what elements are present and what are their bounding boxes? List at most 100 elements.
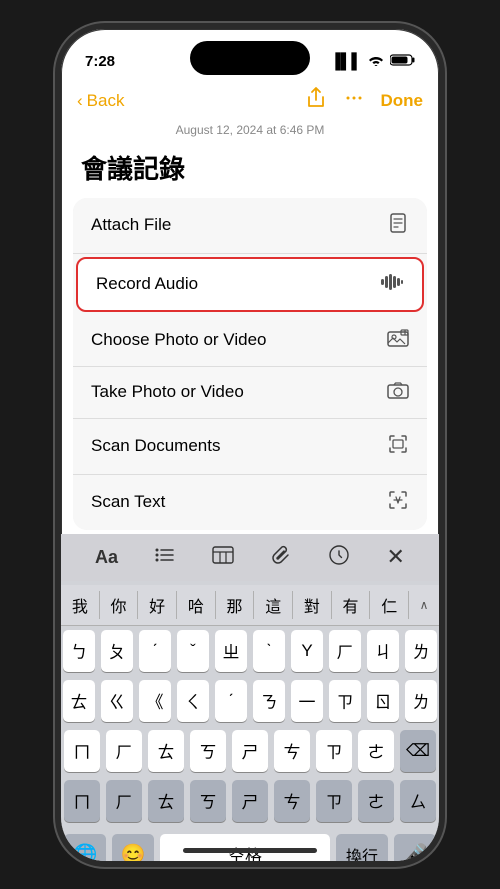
key-row-2: ㄊ ㄍ 《 ㄑ ˊ ㄋ 一 ㄗ ㄖ ㄌ bbox=[64, 680, 436, 722]
key-ˊ2[interactable]: ˊ bbox=[215, 680, 247, 722]
suggestion-5[interactable]: 那 bbox=[216, 591, 255, 619]
record-audio-icon bbox=[380, 273, 404, 296]
suggestion-2[interactable]: 你 bbox=[100, 591, 139, 619]
phone-frame: 7:28 ▐▌▌ ‹ Back Done August 12, 202 bbox=[55, 23, 445, 867]
wifi-icon bbox=[368, 53, 384, 70]
choose-photo-icon bbox=[387, 329, 409, 352]
key-rows: ㄅ ㄆ ˊ ˇ ㄓ ˋ Y ㄏ ㄐ ㄌ ㄊ ㄍ 《 ㄑ ˊ ㄋ 一 ㄗ bbox=[61, 626, 439, 834]
key-ㄕ[interactable]: ㄕ bbox=[232, 730, 268, 772]
key-tone4[interactable]: ˋ bbox=[253, 630, 285, 672]
scan-text-label: Scan Text bbox=[91, 492, 165, 512]
key-ㄜ2[interactable]: ㄜ bbox=[358, 780, 394, 822]
note-date: August 12, 2024 at 6:46 PM bbox=[61, 123, 439, 137]
take-photo-label: Take Photo or Video bbox=[91, 382, 244, 402]
close-icon[interactable]: ✕ bbox=[386, 544, 404, 570]
suggestion-7[interactable]: 對 bbox=[293, 591, 332, 619]
chevron-left-icon: ‹ bbox=[77, 91, 83, 111]
key-ㄎ2[interactable]: ㄎ bbox=[190, 780, 226, 822]
key-ㄙ[interactable]: ㄙ bbox=[400, 780, 436, 822]
key-ㄅ[interactable]: ㄅ bbox=[63, 630, 95, 672]
key-ㄘ[interactable]: ㄘ bbox=[274, 730, 310, 772]
key-tone2[interactable]: ˊ bbox=[139, 630, 171, 672]
share-icon[interactable] bbox=[305, 87, 327, 115]
key-ㄐ[interactable]: ㄐ bbox=[367, 630, 399, 672]
key-row-3: ㄇ ㄏ ㄊ ㄎ ㄕ ㄘ ㄗ ㄜ ⌫ bbox=[64, 730, 436, 772]
status-icons: ▐▌▌ bbox=[330, 53, 415, 70]
nav-actions: Done bbox=[305, 87, 424, 115]
font-icon[interactable]: Aa bbox=[95, 547, 118, 568]
key-ㄇ[interactable]: ㄇ bbox=[64, 730, 100, 772]
note-title: 會議記錄 bbox=[61, 145, 439, 198]
key-ㄆ[interactable]: ㄆ bbox=[101, 630, 133, 672]
key-ㄍ[interactable]: ㄍ bbox=[101, 680, 133, 722]
status-time: 7:28 bbox=[85, 53, 115, 70]
key-row-1: ㄅ ㄆ ˊ ˇ ㄓ ˋ Y ㄏ ㄐ ㄌ bbox=[64, 630, 436, 672]
menu-container: Attach File Record Audio Choose Photo or… bbox=[73, 198, 427, 530]
back-button[interactable]: ‹ Back bbox=[77, 91, 124, 111]
suggestion-row: 我 你 好 哈 那 這 對 有 仁 ∧ bbox=[61, 585, 439, 626]
key-ㄏ3[interactable]: ㄏ bbox=[106, 780, 142, 822]
menu-item-attach-file[interactable]: Attach File bbox=[73, 198, 427, 254]
globe-key[interactable]: 🌐 bbox=[64, 834, 106, 867]
key-ㄑ[interactable]: ㄑ bbox=[177, 680, 209, 722]
key-yi[interactable]: 一 bbox=[291, 680, 323, 722]
menu-item-scan-documents[interactable]: Scan Documents bbox=[73, 419, 427, 475]
take-photo-icon bbox=[387, 381, 409, 404]
suggestion-1[interactable]: 我 bbox=[61, 591, 100, 619]
key-ㄘ2[interactable]: ㄘ bbox=[274, 780, 310, 822]
expand-suggestions-icon[interactable]: ∧ bbox=[409, 591, 439, 619]
menu-item-scan-text[interactable]: Scan Text bbox=[73, 475, 427, 530]
attachment-icon[interactable] bbox=[270, 544, 292, 571]
key-ㄜ[interactable]: ㄜ bbox=[358, 730, 394, 772]
key-ㄗ3[interactable]: ㄗ bbox=[316, 780, 352, 822]
suggestion-4[interactable]: 哈 bbox=[177, 591, 216, 619]
pencil-icon[interactable] bbox=[328, 544, 350, 571]
key-ㄋ[interactable]: ㄋ bbox=[253, 680, 285, 722]
dynamic-island bbox=[190, 41, 310, 75]
key-ㄏ2[interactable]: ㄏ bbox=[106, 730, 142, 772]
key-guillemets[interactable]: 《 bbox=[139, 680, 171, 722]
key-ㄊ2[interactable]: ㄊ bbox=[148, 730, 184, 772]
return-key[interactable]: 換行 bbox=[336, 834, 388, 867]
key-Y[interactable]: Y bbox=[291, 630, 323, 672]
key-row-4: ㄇ ㄏ ㄊ ㄎ ㄕ ㄘ ㄗ ㄜ ㄙ bbox=[64, 780, 436, 822]
key-ㄊ[interactable]: ㄊ bbox=[63, 680, 95, 722]
key-ㄖ[interactable]: ㄖ bbox=[367, 680, 399, 722]
choose-photo-label: Choose Photo or Video bbox=[91, 330, 266, 350]
suggestion-8[interactable]: 有 bbox=[332, 591, 371, 619]
key-ㄌ[interactable]: ㄌ bbox=[405, 630, 437, 672]
key-ㄗ[interactable]: ㄗ bbox=[329, 680, 361, 722]
key-ㄕ2[interactable]: ㄕ bbox=[232, 780, 268, 822]
record-audio-label: Record Audio bbox=[96, 274, 198, 294]
delete-key[interactable]: ⌫ bbox=[400, 730, 436, 772]
signal-icon: ▐▌▌ bbox=[330, 53, 362, 70]
mic-key[interactable]: 🎤 bbox=[394, 834, 436, 867]
attach-file-icon bbox=[387, 212, 409, 239]
menu-item-record-audio[interactable]: Record Audio bbox=[76, 257, 424, 312]
key-tone3[interactable]: ˇ bbox=[177, 630, 209, 672]
home-indicator bbox=[183, 848, 317, 853]
scan-text-icon bbox=[387, 489, 409, 516]
menu-item-choose-photo[interactable]: Choose Photo or Video bbox=[73, 315, 427, 367]
done-button[interactable]: Done bbox=[381, 91, 424, 111]
nav-bar: ‹ Back Done bbox=[61, 83, 439, 123]
suggestion-9[interactable]: 仁 bbox=[370, 591, 409, 619]
attach-file-label: Attach File bbox=[91, 215, 171, 235]
key-ㄌ2[interactable]: ㄌ bbox=[405, 680, 437, 722]
list-icon[interactable] bbox=[154, 546, 176, 569]
more-icon[interactable] bbox=[343, 87, 365, 115]
key-ㄏ[interactable]: ㄏ bbox=[329, 630, 361, 672]
table-icon[interactable] bbox=[212, 546, 234, 569]
key-ㄗ2[interactable]: ㄗ bbox=[316, 730, 352, 772]
suggestion-3[interactable]: 好 bbox=[138, 591, 177, 619]
key-ㄓ[interactable]: ㄓ bbox=[215, 630, 247, 672]
suggestion-6[interactable]: 這 bbox=[254, 591, 293, 619]
back-label: Back bbox=[87, 91, 125, 111]
key-ㄎ[interactable]: ㄎ bbox=[190, 730, 226, 772]
menu-item-take-photo[interactable]: Take Photo or Video bbox=[73, 367, 427, 419]
battery-icon bbox=[390, 53, 415, 70]
key-ㄇ2[interactable]: ㄇ bbox=[64, 780, 100, 822]
key-ㄊ3[interactable]: ㄊ bbox=[148, 780, 184, 822]
emoji-key[interactable]: 😊 bbox=[112, 834, 154, 867]
keyboard: 我 你 好 哈 那 這 對 有 仁 ∧ ㄅ ㄆ ˊ ˇ ㄓ ˋ Y ㄏ ㄐ bbox=[61, 581, 439, 867]
